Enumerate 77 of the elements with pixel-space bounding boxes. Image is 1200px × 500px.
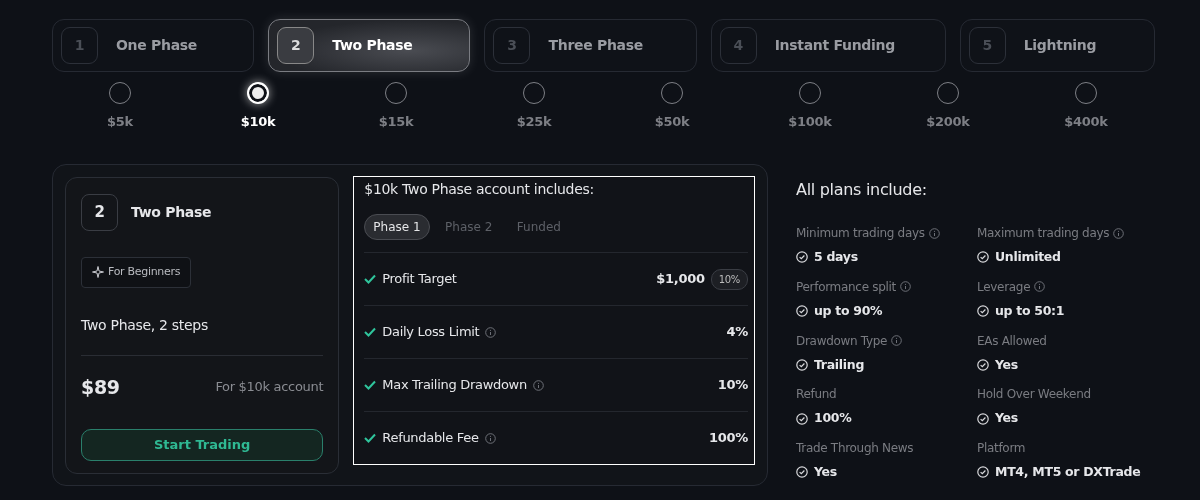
price-note: For $10k account	[215, 378, 324, 396]
plan-tab[interactable]: 4 Instant Funding	[710, 19, 946, 72]
plan-title: Two Phase	[131, 203, 212, 222]
check-icon	[364, 274, 377, 284]
feature-label: Hold Over Weekend	[977, 386, 1091, 404]
tab-number: 1	[61, 27, 98, 64]
size-label: $50k	[654, 113, 690, 131]
price: $89	[81, 374, 120, 400]
feature-label: Max Trailing Drawdown	[382, 376, 527, 395]
feature-value: $1,000	[656, 270, 705, 289]
check-icon	[364, 433, 377, 443]
check-circle-icon	[796, 251, 808, 264]
feature-label: Refundable Fee	[382, 429, 479, 448]
tab-label: Instant Funding	[774, 36, 895, 55]
tab-label: Two Phase	[332, 36, 413, 55]
feature-label: Refund	[796, 386, 837, 404]
feature-label: Platform	[977, 440, 1026, 457]
plan-tab[interactable]: 3 Three Phase	[484, 19, 697, 72]
check-circle-icon	[796, 412, 808, 425]
tab-label: One Phase	[116, 36, 198, 55]
tab-label: Lightning	[1023, 36, 1097, 55]
check-circle-icon	[796, 305, 808, 318]
size-label: $10k	[240, 113, 276, 131]
plan-tab[interactable]: 2 Two Phase	[268, 19, 471, 72]
size-label: $5k	[107, 113, 133, 131]
feature-value: up to 90%	[814, 301, 883, 320]
feature-label: Profit Target	[382, 270, 457, 289]
check-circle-icon	[977, 251, 989, 264]
phase-tab[interactable]: Phase 1	[364, 214, 430, 240]
feature-value: Unlimited	[995, 248, 1061, 266]
check-circle-icon	[977, 305, 989, 318]
feature-value: 100%	[709, 429, 748, 448]
feature-label: Maximum trading days	[977, 225, 1110, 242]
size-label: $400k	[1064, 113, 1108, 131]
section-title: All plans include:	[796, 179, 928, 201]
plan-tab[interactable]: 1 One Phase	[52, 19, 255, 72]
size-label: $15k	[378, 113, 414, 131]
check-icon	[364, 327, 377, 337]
feature-value: Yes	[995, 355, 1018, 374]
feature-label: Performance split	[796, 278, 896, 296]
sparkle-icon	[92, 266, 104, 279]
size-label: $100k	[788, 113, 832, 131]
feature-value: Yes	[995, 409, 1018, 428]
check-circle-icon	[796, 358, 808, 371]
feature-value: 10%	[717, 376, 748, 395]
feature-label: Trade Through News	[796, 440, 914, 457]
plan-tab[interactable]: 5 Lightning	[959, 19, 1155, 72]
tag-badge: For Beginners	[81, 257, 192, 288]
feature-value: 100%	[814, 409, 852, 428]
check-circle-icon	[977, 412, 989, 425]
tab-number: 3	[493, 27, 531, 64]
size-label: $25k	[516, 113, 552, 131]
feature-value: Trailing	[814, 355, 865, 374]
size-label: $200k	[926, 113, 970, 131]
feature-label: Drawdown Type	[796, 332, 888, 350]
plan-subtitle: Two Phase, 2 steps	[81, 314, 324, 356]
feature-value: up to 50:1	[995, 301, 1065, 320]
feature-value: 5 days	[814, 248, 858, 266]
feature-label: EAs Allowed	[977, 332, 1047, 350]
plan-number: 2	[81, 194, 118, 231]
tab-number: 2	[277, 27, 315, 64]
includes-title: $10k Two Phase account includes:	[364, 180, 595, 199]
check-circle-icon	[977, 466, 989, 479]
feature-label: Daily Loss Limit	[382, 323, 480, 342]
feature-value: MT4, MT5 or DXTrade	[995, 463, 1141, 481]
check-icon	[364, 380, 377, 390]
check-circle-icon	[977, 358, 989, 371]
percent-badge: 10%	[710, 268, 748, 290]
feature-value: Yes	[814, 463, 837, 481]
feature-value: 4%	[726, 323, 748, 342]
feature-label: Minimum trading days	[796, 225, 925, 242]
start-trading-button[interactable]: Start Trading	[81, 429, 324, 461]
feature-label: Leverage	[977, 278, 1031, 296]
check-circle-icon	[796, 466, 808, 479]
tab-number: 4	[719, 27, 757, 64]
tab-number: 5	[968, 27, 1006, 64]
tab-label: Three Phase	[548, 36, 643, 55]
